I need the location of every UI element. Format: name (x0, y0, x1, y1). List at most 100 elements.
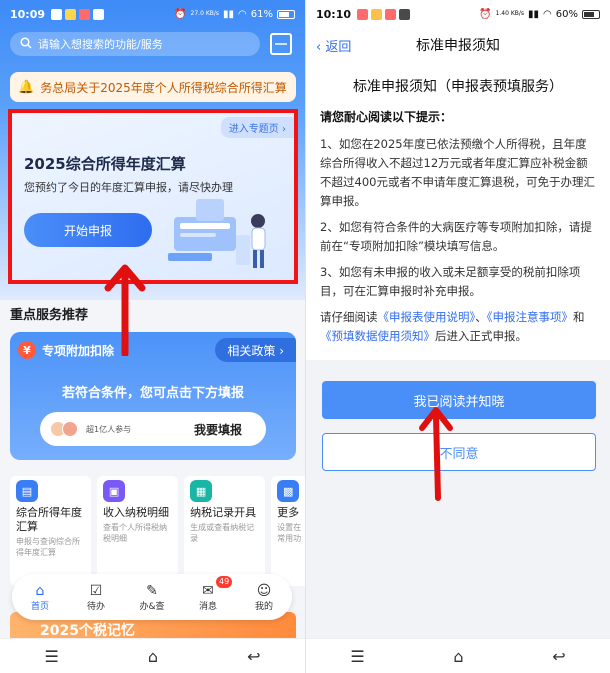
service-name: 更多 (277, 506, 300, 519)
back-nav-icon[interactable]: ↩ (247, 647, 260, 666)
annotation-arrow-up (419, 407, 453, 501)
notification-icons (357, 8, 411, 20)
service-tax-record[interactable]: ▦ 纳税记录开具 生成或查看纳税记录 (184, 476, 266, 586)
app-notification-icon (385, 8, 397, 20)
signal-icon: ▮▮ (223, 8, 235, 20)
message-count-badge: 49 (216, 576, 233, 588)
back-label: 返回 (325, 39, 352, 55)
network-speed: 27.0 KB/s (190, 10, 220, 17)
notice-text: 务总局关于2025年度个人所得税综合所得汇算 (40, 80, 287, 95)
app-notification-icon (65, 8, 77, 20)
wifi-icon: ◠ (543, 8, 552, 20)
start-declaration-button[interactable]: 开始申报 (24, 213, 152, 247)
declaration-form-guide-link[interactable]: 《申报表使用说明》 (378, 310, 476, 324)
special-deduction-card[interactable]: ¥ 专项附加扣除 相关政策 › 若符合条件，您可点击下方填报 超1亿人参与 我要… (10, 332, 296, 460)
p4-and: 和 (573, 310, 585, 324)
declaration-notes-link[interactable]: 《申报注意事项》 (487, 310, 573, 324)
promo-subtitle: 您预约了今日的年度汇算申报，请尽快办理 (24, 181, 233, 194)
right-screen: 10:10 ⏰ 1.40 KB/s ▮▮ ◠ 60% ‹ 返回 标准申报须知 标… (305, 0, 610, 673)
todo-icon: ☑ (89, 582, 103, 599)
fill-report-pill[interactable]: 超1亿人参与 我要填报 (40, 412, 266, 446)
profile-icon: ☺ (256, 582, 272, 599)
status-bar: 10:10 ⏰ 1.40 KB/s ▮▮ ◠ 60% (306, 0, 610, 28)
tab-handle-query[interactable]: ✎ 办&查 (124, 574, 180, 620)
promo-illustration (168, 199, 266, 268)
search-icon (20, 36, 32, 52)
service-annual-settlement[interactable]: ▤ 综合所得年度汇算 申报与查询综合所得年度汇算 (10, 476, 92, 586)
back-nav-icon[interactable]: ↩ (552, 647, 565, 666)
bottom-tab-bar: ⌂ 首页 ☑ 待办 ✎ 办&查 ✉ 49 消息 ☺ 我的 (12, 574, 292, 620)
page-title: 标准申报须知 (416, 38, 500, 54)
menu-icon[interactable]: ☰ (350, 647, 364, 666)
service-name: 综合所得年度汇算 (16, 506, 82, 533)
disagree-button[interactable]: 不同意 (322, 433, 596, 471)
p4-prefix: 请仔细阅读 (320, 310, 378, 324)
fill-report-button[interactable]: 我要填报 (194, 421, 242, 438)
battery-percent: 61% (250, 8, 273, 20)
scan-icon[interactable] (270, 33, 292, 55)
home-nav-icon[interactable]: ⌂ (453, 647, 463, 666)
paragraph-2: 2、如您有符合条件的大病医疗等专项附加扣除，请提前在“专项附加扣除”模块填写信息… (320, 220, 592, 253)
document-title: 标准申报须知（申报表预填服务） (353, 79, 563, 95)
deduction-hint: 若符合条件，您可点击下方填报 (61, 386, 244, 401)
tab-home[interactable]: ⌂ 首页 (12, 574, 68, 620)
wallet-icon: ▣ (103, 480, 126, 502)
annotation-arrow-up (104, 264, 146, 356)
tab-messages[interactable]: ✉ 49 消息 (180, 574, 236, 620)
home-nav-icon[interactable]: ⌂ (148, 647, 158, 666)
service-desc: 查看个人所得税纳税明细 (103, 523, 168, 543)
grid-icon: ▩ (277, 480, 300, 502)
search-input[interactable]: 请输入想搜索的功能/服务 (10, 32, 260, 56)
app-notification-icon (79, 8, 91, 20)
service-desc: 申报与查询综合所得年度汇算 (16, 537, 80, 557)
back-button[interactable]: ‹ 返回 (316, 36, 351, 55)
network-speed: 1.40 KB/s (495, 10, 525, 17)
menu-icon[interactable]: ☰ (45, 647, 59, 666)
service-more[interactable]: ▩ 更多 设置在常用功 (271, 476, 305, 586)
app-notification-icon (93, 8, 105, 20)
alarm-icon: ⏰ (174, 8, 187, 20)
related-policy-link[interactable]: 相关政策 › (215, 338, 296, 362)
system-nav-bar: ☰ ⌂ ↩ (306, 638, 610, 673)
alarm-icon: ⏰ (479, 8, 492, 20)
tab-label: 办&查 (139, 601, 165, 612)
service-name: 纳税记录开具 (190, 506, 257, 519)
wifi-icon: ◠ (238, 8, 247, 20)
page-header: ‹ 返回 标准申报须知 (306, 28, 610, 62)
paragraph-1: 1、如您在2025年度已依法预缴个人所得税，且年度综合所得收入不超过12万元或者… (320, 137, 595, 208)
avatar (62, 421, 78, 437)
prefill-data-notice-link[interactable]: 《预填数据使用须知》 (320, 329, 435, 343)
tab-label: 待办 (86, 601, 105, 612)
search-doc-icon: ✎ (146, 582, 158, 599)
status-right: ⏰ 27.0 KB/s ▮▮ ◠ 61% (174, 9, 295, 20)
paragraph-3: 3、如您有未申报的收入或未足额享受的税前扣除项目，可在汇算申报时补充申报。 (320, 265, 581, 298)
home-icon: ⌂ (35, 582, 45, 599)
document-lead: 请您耐心阅读以下提示： (320, 110, 453, 124)
service-grid: ▤ 综合所得年度汇算 申报与查询综合所得年度汇算 ▣ 收入纳税明细 查看个人所得… (10, 476, 305, 586)
annual-settlement-card[interactable]: 进入专题页 › 2025综合所得年度汇算 您预约了今日的年度汇算申报，请尽快办理… (8, 109, 298, 284)
search-placeholder: 请输入想搜索的功能/服务 (38, 38, 163, 51)
status-time: 10:10 (316, 7, 352, 21)
notice-bar[interactable]: 🔔 务总局关于2025年度个人所得税综合所得汇算 (10, 72, 296, 102)
service-desc: 生成或查看纳税记录 (190, 523, 255, 543)
tab-label: 消息 (198, 601, 217, 612)
status-time: 10:09 (10, 7, 46, 21)
document-icon: ▤ (16, 480, 38, 502)
notice-document: 标准申报须知（申报表预填服务） 请您耐心阅读以下提示： 1、如您在2025年度已… (306, 62, 610, 360)
tab-profile[interactable]: ☺ 我的 (236, 574, 292, 620)
status-bar: 10:09 ⏰ 27.0 KB/s ▮▮ ◠ 61% (0, 0, 305, 28)
app-notification-icon (51, 8, 63, 20)
app-notification-icon (371, 8, 383, 20)
tab-label: 首页 (30, 601, 49, 612)
service-income-details[interactable]: ▣ 收入纳税明细 查看个人所得税纳税明细 (97, 476, 179, 586)
tab-todo[interactable]: ☑ 待办 (68, 574, 124, 620)
participant-count: 超1亿人参与 (86, 424, 132, 434)
section-title: 重点服务推荐 (10, 308, 89, 323)
p4-separator: 、 (475, 310, 487, 324)
service-desc: 设置在常用功 (277, 523, 302, 543)
read-and-acknowledge-button[interactable]: 我已阅读并知晓 (322, 381, 596, 419)
topic-page-link[interactable]: 进入专题页 › (220, 117, 294, 138)
app-notification-icon (357, 8, 369, 20)
left-screen: 10:09 ⏰ 27.0 KB/s ▮▮ ◠ 61% 请输入想搜索的功能/服务 … (0, 0, 305, 673)
notification-icons (51, 8, 105, 20)
